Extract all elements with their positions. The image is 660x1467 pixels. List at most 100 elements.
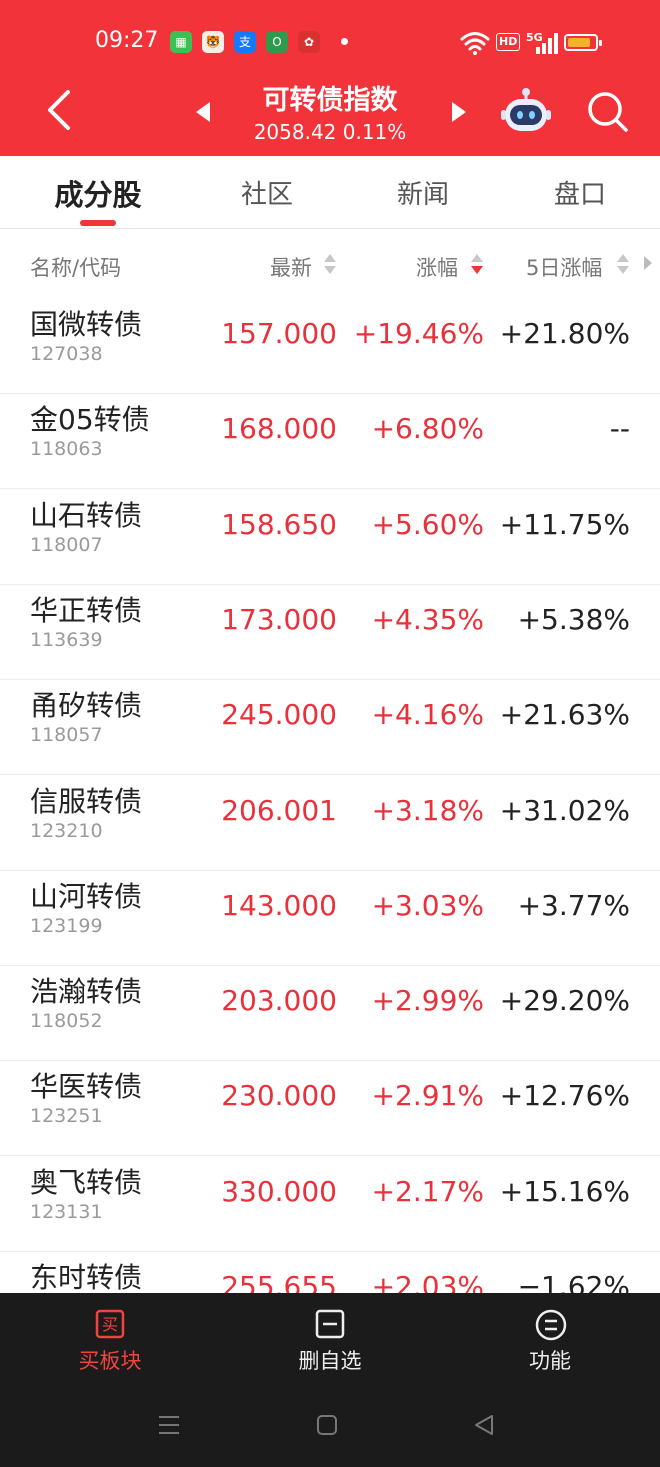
search-icon[interactable] [586, 90, 630, 134]
column-header-row: 名称/代码 最新 涨幅 5日涨幅 [0, 229, 660, 299]
change-percent: +4.16% [371, 698, 484, 732]
change-percent: +2.99% [371, 984, 484, 1018]
functions-icon [535, 1309, 567, 1341]
change-5d-percent: +29.20% [499, 984, 630, 1018]
buy-board-icon: 买 [95, 1309, 125, 1339]
latest-price: 157.000 [221, 317, 337, 350]
bond-name: 华正转债 [30, 593, 143, 627]
battery-icon [564, 34, 598, 51]
table-row[interactable]: 甬矽转债 118057 245.000 +4.16% +21.63% [0, 680, 660, 776]
change-5d-percent: +15.16% [499, 1174, 630, 1208]
change-percent: +2.17% [371, 1174, 484, 1208]
table-row[interactable]: 山石转债 118007 158.650 +5.60% +11.75% [0, 490, 660, 585]
sort-change-5d-icon[interactable] [617, 254, 629, 276]
table-row[interactable]: 华正转债 113639 173.000 +4.35% +5.38% [0, 585, 660, 680]
index-title: 可转债指数 [262, 85, 398, 116]
latest-price: 173.000 [221, 602, 337, 636]
latest-price: 330.000 [221, 1174, 337, 1208]
tab-order-book[interactable]: 盘口 [515, 174, 645, 211]
table-row[interactable]: 东时转债 255.655 +2.03% −1.62% [0, 1252, 660, 1293]
latest-price: 143.000 [221, 888, 337, 922]
change-percent: +2.91% [371, 1079, 484, 1113]
system-nav-bar [0, 1403, 660, 1453]
home-icon[interactable] [315, 1413, 339, 1437]
latest-price: 255.655 [221, 1270, 337, 1293]
app-header: 09:27 ▦ 🐯 支 O ✿ HD 5G 可转债指数 2058.42 0.11… [0, 0, 660, 156]
sort-latest-icon[interactable] [324, 254, 336, 276]
table-row[interactable]: 信服转债 123210 206.001 +3.18% +31.02% [0, 776, 660, 871]
bond-name: 山河转债 [30, 879, 143, 913]
green-app-icon: ▦ [170, 31, 192, 53]
bond-code: 118063 [30, 438, 103, 461]
tab-bar: 成分股 社区 新闻 盘口 [0, 156, 660, 229]
change-percent: +4.35% [371, 602, 484, 636]
hd-badge: HD [496, 33, 521, 51]
nav-remove-watchlist[interactable]: 删自选 [265, 1293, 395, 1383]
table-row[interactable]: 国微转债 127038 157.000 +19.46% +21.80% [0, 299, 660, 394]
more-columns-icon[interactable] [644, 256, 652, 270]
tiger-app-icon: 🐯 [202, 31, 224, 53]
system-back-icon[interactable] [472, 1413, 496, 1437]
tab-news[interactable]: 新闻 [358, 174, 488, 211]
change-5d-percent: +5.38% [517, 602, 630, 636]
oppo-icon: O [266, 31, 288, 53]
status-time: 09:27 [95, 28, 159, 53]
bond-code: 113639 [30, 628, 103, 651]
network-type: 5G [526, 31, 543, 44]
change-5d-percent: +21.80% [499, 317, 630, 350]
latest-price: 230.000 [221, 1079, 337, 1113]
bond-code: 118007 [30, 533, 103, 556]
change-percent: +6.80% [371, 412, 484, 446]
bond-code: 123210 [30, 819, 103, 842]
flower-app-icon: ✿ [298, 31, 320, 53]
tab-community[interactable]: 社区 [202, 174, 332, 211]
bond-name: 华医转债 [30, 1070, 143, 1104]
signal-icon: 5G [526, 31, 558, 54]
recent-apps-icon[interactable] [157, 1413, 181, 1437]
bond-list: 国微转债 127038 157.000 +19.46% +21.80% 金05转债 1180… [0, 299, 660, 1293]
latest-price: 168.000 [221, 412, 337, 446]
bond-code: 127038 [30, 343, 103, 365]
table-row[interactable]: 浩瀚转债 118052 203.000 +2.99% +29.20% [0, 966, 660, 1062]
bond-name: 东时转债 [30, 1261, 143, 1293]
nav-buy-board-label: 买板块 [78, 1349, 142, 1373]
bond-name: 山石转债 [30, 498, 143, 532]
table-row[interactable]: 山河转债 123199 143.000 +3.03% +3.77% [0, 871, 660, 966]
tab-constituents[interactable]: 成分股 [33, 172, 163, 214]
bond-name: 浩瀚转债 [30, 975, 143, 1009]
battery-level [568, 38, 590, 47]
col-change-5d[interactable]: 5日涨幅 [526, 252, 602, 282]
prev-index-icon[interactable] [192, 100, 214, 124]
change-percent: +19.46% [353, 317, 484, 350]
sort-change-icon[interactable] [471, 254, 483, 276]
index-quote: 2058.42 0.11% [253, 120, 407, 144]
wifi-icon [460, 32, 490, 55]
latest-price: 245.000 [221, 698, 337, 732]
bond-code: 123199 [30, 914, 103, 937]
svg-text:买: 买 [102, 1315, 118, 1334]
next-index-icon[interactable] [448, 100, 470, 124]
bond-code: 118057 [30, 724, 103, 747]
bond-code: 123251 [30, 1105, 103, 1128]
change-percent: +3.18% [371, 793, 484, 827]
robot-assistant-icon[interactable] [500, 86, 552, 134]
col-change[interactable]: 涨幅 [416, 252, 458, 282]
change-5d-percent: −1.62% [517, 1270, 630, 1293]
table-row[interactable]: 华医转债 123251 230.000 +2.91% +12.76% [0, 1061, 660, 1157]
bond-name: 金05转债 [30, 403, 150, 437]
active-tab-indicator [80, 220, 116, 226]
nav-remove-watchlist-label: 删自选 [298, 1349, 362, 1373]
nav-functions-label: 功能 [529, 1349, 571, 1373]
change-5d-percent: -- [609, 412, 630, 446]
col-latest[interactable]: 最新 [270, 252, 312, 282]
change-5d-percent: +3.77% [517, 888, 630, 922]
latest-price: 203.000 [221, 984, 337, 1018]
table-row[interactable]: 奥飞转债 123131 330.000 +2.17% +15.16% [0, 1157, 660, 1252]
change-5d-percent: +21.63% [499, 698, 630, 732]
table-row[interactable]: 金05转债 118063 168.000 +6.80% -- [0, 394, 660, 490]
nav-buy-board[interactable]: 买 买板块 [45, 1293, 175, 1383]
change-5d-percent: +31.02% [499, 793, 630, 827]
nav-functions[interactable]: 功能 [485, 1293, 615, 1383]
back-arrow-icon[interactable] [40, 88, 80, 132]
alipay-icon: 支 [234, 31, 256, 53]
